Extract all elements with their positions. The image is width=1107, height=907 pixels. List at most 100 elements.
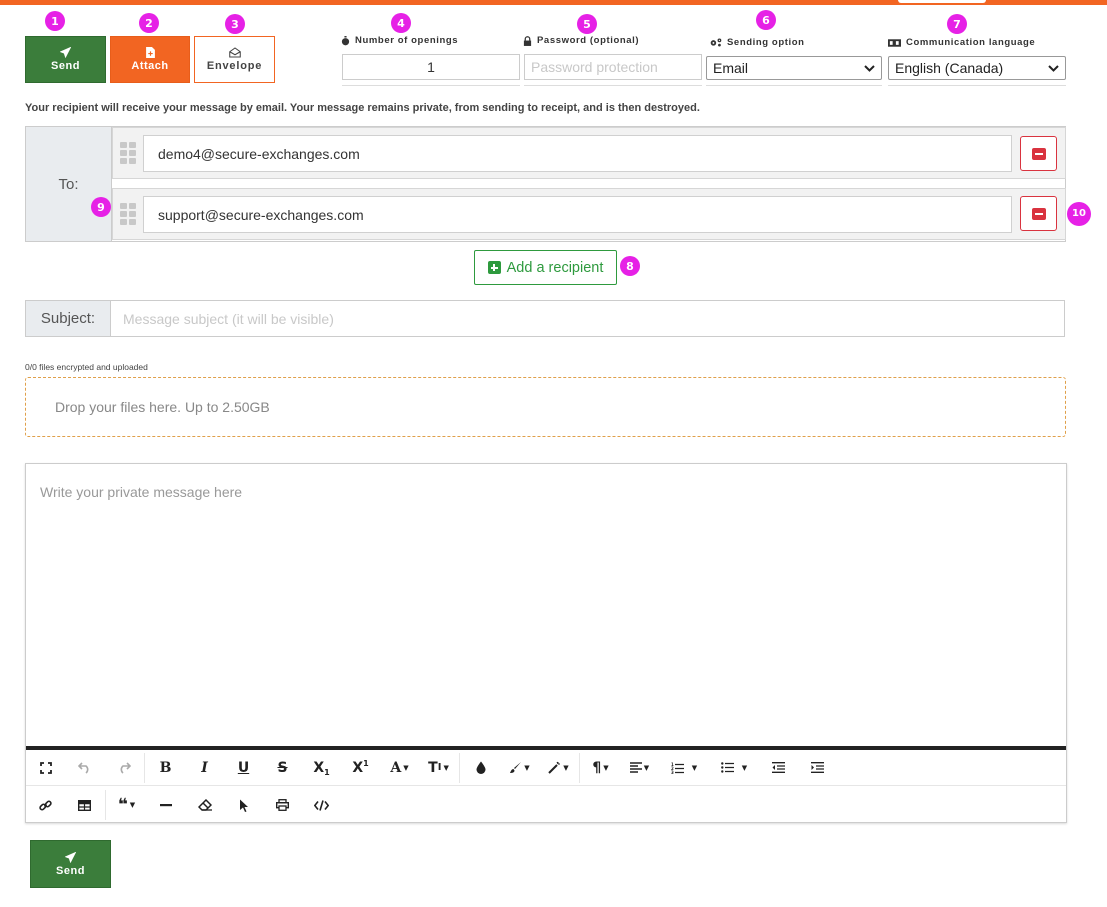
sending-option-underline [706,85,882,86]
sending-option-select[interactable]: Email [706,56,882,80]
quote-icon[interactable]: ❝ ▼ [107,790,146,820]
table-icon[interactable] [65,790,104,820]
plus-square-icon [487,261,501,274]
top-tab [898,0,986,3]
callout-badge-sending-option: 6 [756,10,776,30]
fullscreen-icon[interactable] [26,753,65,783]
send-button[interactable]: Send [25,36,106,83]
message-editor: B I U S X1 X1 A▼ TI▼ ▼ ▼ ¶▼ ▼ 123▼ ▼ [25,463,1067,823]
attach-label: Attach [131,60,169,72]
ordered-list-icon[interactable]: 1 2 3 ▼ [659,753,709,783]
toolbar-divider [579,752,580,783]
callout-badge-send: 1 [45,11,65,31]
toolbar-divider [144,752,145,783]
print-icon[interactable] [263,790,302,820]
file-dropzone[interactable]: Drop your files here. Up to 2.50GB [25,377,1066,437]
redo-icon[interactable] [104,753,143,783]
send-label: Send [51,60,80,72]
magic-wand-icon[interactable]: ▼ [539,753,578,783]
callout-badge-attach: 2 [139,13,159,33]
indent-icon[interactable] [798,753,837,783]
envelope-button[interactable]: Envelope [194,36,275,83]
remove-recipient-button[interactable] [1020,196,1057,231]
drag-handle-icon[interactable] [120,142,137,164]
undo-icon[interactable] [65,753,104,783]
callout-badge-add-recipient: 8 [620,256,640,276]
callout-badge-envelope: 3 [225,14,245,34]
pointer-icon[interactable] [224,790,263,820]
paper-plane-icon [65,851,76,863]
underline-icon[interactable]: U [224,753,263,783]
language-underline [888,85,1066,86]
lock-icon [523,35,532,46]
strikethrough-icon[interactable]: S [263,753,302,783]
openings-label: Number of openings [341,35,458,46]
paper-plane-icon [60,47,71,58]
attach-button[interactable]: Attach [110,36,190,83]
horizontal-rule-icon[interactable] [146,790,185,820]
superscript-icon[interactable]: X1 [341,753,380,783]
unordered-list-icon[interactable]: ▼ [709,753,759,783]
language-icon [888,38,901,47]
send-button-bottom[interactable]: Send [30,840,111,888]
password-underline [524,85,702,86]
chevron-down-icon [1048,64,1059,72]
font-family-icon[interactable]: A ▼ [380,753,419,783]
openings-underline [342,85,520,86]
recipient-email-input[interactable]: demo4@secure-exchanges.com [143,135,1012,172]
editor-toolbar-row-1: B I U S X1 X1 A ▼ T I ▼ ▼ ▼ ¶ ▼ ▼ 1 2 3 ▼ ▼ [26,750,1066,786]
dropzone-text: Drop your files here. Up to 2.50GB [55,399,270,415]
callout-badge-password: 5 [577,14,597,34]
callout-badge-language: 7 [947,14,967,34]
align-left-icon[interactable]: ▼ [620,753,659,783]
file-plus-icon [145,47,155,58]
callout-badge-recipient-row: 9 [91,197,111,217]
toolbar-divider [459,752,460,783]
info-text: Your recipient will receive your message… [25,102,700,114]
recipient-email-input[interactable]: support@secure-exchanges.com [143,196,1012,233]
to-label: To: [26,127,112,241]
drag-handle-icon[interactable] [120,203,137,225]
message-textarea[interactable] [26,464,1066,746]
italic-icon[interactable]: I [185,753,224,783]
bold-icon[interactable]: B [146,753,185,783]
subject-input[interactable] [111,300,1065,337]
toolbar-divider [105,790,106,820]
outdent-icon[interactable] [759,753,798,783]
subject-label: Subject: [25,300,111,337]
svg-text:3: 3 [671,770,674,774]
minus-square-icon [1031,147,1046,160]
add-recipient-button[interactable]: Add a recipient [474,250,617,285]
language-label: Communication language [888,37,1035,48]
recipient-row: support@secure-exchanges.com [112,188,1066,240]
sending-option-value: Email [713,60,749,76]
files-count-text: 0/0 files encrypted and uploaded [25,362,148,372]
droplet-icon[interactable] [461,753,500,783]
editor-toolbar-row-2: ❝ ▼ [26,787,1066,823]
callout-badge-openings: 4 [391,13,411,33]
font-size-icon[interactable]: T I ▼ [419,753,458,783]
link-icon[interactable] [26,790,65,820]
subscript-icon[interactable]: X1 [302,753,341,783]
password-label: Password (optional) [523,35,639,46]
chevron-down-icon [864,64,875,72]
brush-icon[interactable]: ▼ [500,753,539,783]
openings-input[interactable] [342,54,520,80]
recipients-box: To: demo4@secure-exchanges.com support@s… [25,126,1066,242]
language-select[interactable]: English (Canada) [888,56,1066,80]
stopwatch-icon [341,35,350,45]
eraser-icon[interactable] [185,790,224,820]
password-input[interactable] [524,54,702,80]
envelope-open-icon [228,47,241,58]
minus-square-icon [1031,207,1046,220]
code-view-icon[interactable] [302,790,341,820]
paragraph-icon[interactable]: ¶ ▼ [581,753,620,783]
callout-badge-remove-recipient: 10 [1067,202,1091,226]
language-value: English (Canada) [895,60,1004,76]
sending-option-label: Sending option [710,37,805,48]
remove-recipient-button[interactable] [1020,136,1057,171]
envelope-label: Envelope [206,60,263,72]
add-recipient-label: Add a recipient [506,259,604,276]
gears-icon [710,38,722,47]
send-label: Send [56,864,85,877]
